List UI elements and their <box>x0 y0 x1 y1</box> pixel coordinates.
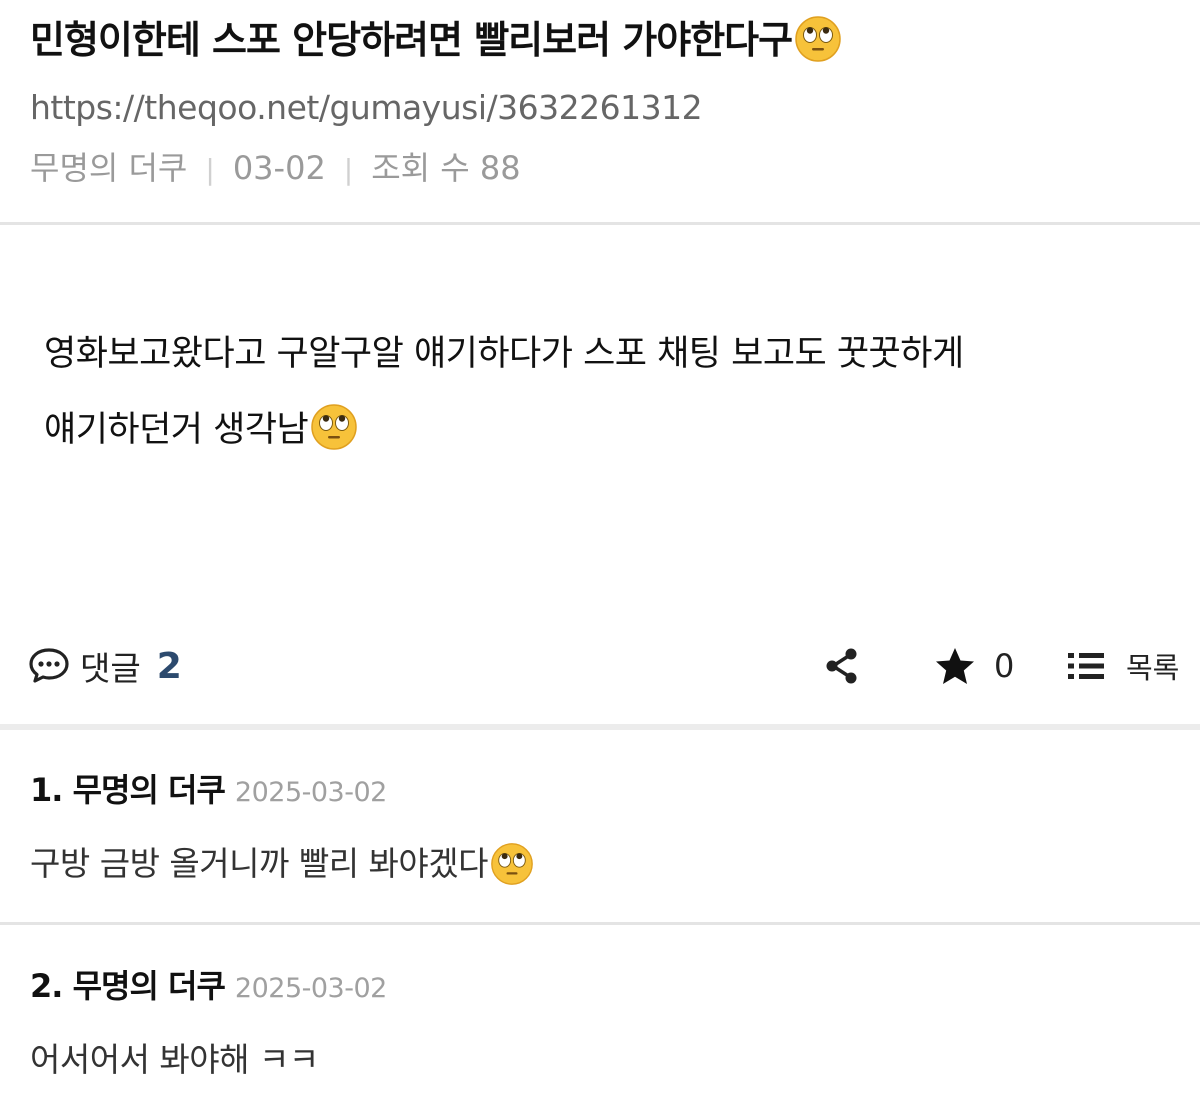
post-meta: 무명의 더쿠 | 03-02 | 조회 수 88 <box>30 146 521 192</box>
list-icon <box>1068 653 1104 679</box>
list-label: 목록 <box>1126 651 1180 685</box>
eye-roll-emoji-icon <box>311 404 357 450</box>
comment-header: 1. 무명의 더쿠 2025-03-02 <box>30 768 1170 815</box>
comment-date: 2025-03-02 <box>234 973 387 1004</box>
views-label: 조회 수 <box>371 149 470 187</box>
comments-button[interactable]: 댓글 2 <box>28 634 182 698</box>
comment-date: 2025-03-02 <box>234 777 387 808</box>
comment-index: 2. <box>30 967 63 1005</box>
recommend-button[interactable]: 0 <box>934 634 1014 698</box>
post-body: 영화보고왔다고 구알구알 얘기하다가 스포 채팅 보고도 꿋꿋하게 얘기하던거 … <box>44 316 1154 468</box>
post-title: 민형이한테 스포 안당하려면 빨리보러 가야한다구 <box>30 18 793 62</box>
comment-text: 구방 금방 올거니까 빨리 봐야겠다 <box>30 839 1170 889</box>
post-body-line-2: 얘기하던거 생각남 <box>44 392 1154 468</box>
comments-count: 2 <box>156 645 182 687</box>
meta-separator: | <box>205 153 215 186</box>
comment-item: 1. 무명의 더쿠 2025-03-02 구방 금방 올거니까 빨리 봐야겠다 <box>30 768 1170 889</box>
comment-header: 2. 무명의 더쿠 2025-03-02 <box>30 964 1170 1011</box>
post-author: 무명의 더쿠 <box>30 149 188 187</box>
post-title-row: 민형이한테 스포 안당하려면 빨리보러 가야한다구 <box>30 12 842 68</box>
comment-divider <box>0 922 1200 925</box>
comment-item: 2. 무명의 더쿠 2025-03-02 어서어서 봐야해 ㅋㅋ <box>30 964 1170 1085</box>
post-url[interactable]: https://theqoo.net/gumayusi/3632261312 <box>30 86 703 130</box>
actions-divider <box>0 724 1200 730</box>
comment-text: 어서어서 봐야해 ㅋㅋ <box>30 1040 319 1079</box>
post-date: 03-02 <box>232 149 326 187</box>
post-body-line: 영화보고왔다고 구알구알 얘기하다가 스포 채팅 보고도 꿋꿋하게 <box>44 334 964 374</box>
comment-author: 무명의 더쿠 <box>72 771 226 809</box>
views-count: 88 <box>479 149 521 187</box>
share-icon[interactable] <box>822 646 862 686</box>
comments-label: 댓글 <box>80 649 141 688</box>
star-icon <box>936 648 974 684</box>
meta-separator: | <box>343 153 354 186</box>
comment-author: 무명의 더쿠 <box>72 967 226 1005</box>
star-count: 0 <box>994 647 1015 685</box>
list-button[interactable]: 목록 <box>1066 634 1179 698</box>
eye-roll-emoji-icon <box>795 15 841 62</box>
eye-roll-emoji-icon <box>491 842 533 885</box>
post-actions-bar: 댓글 2 0 목록 <box>0 634 1200 698</box>
header-divider <box>0 222 1200 225</box>
comment-index: 1. <box>30 771 63 809</box>
speech-bubble-icon <box>29 648 69 683</box>
